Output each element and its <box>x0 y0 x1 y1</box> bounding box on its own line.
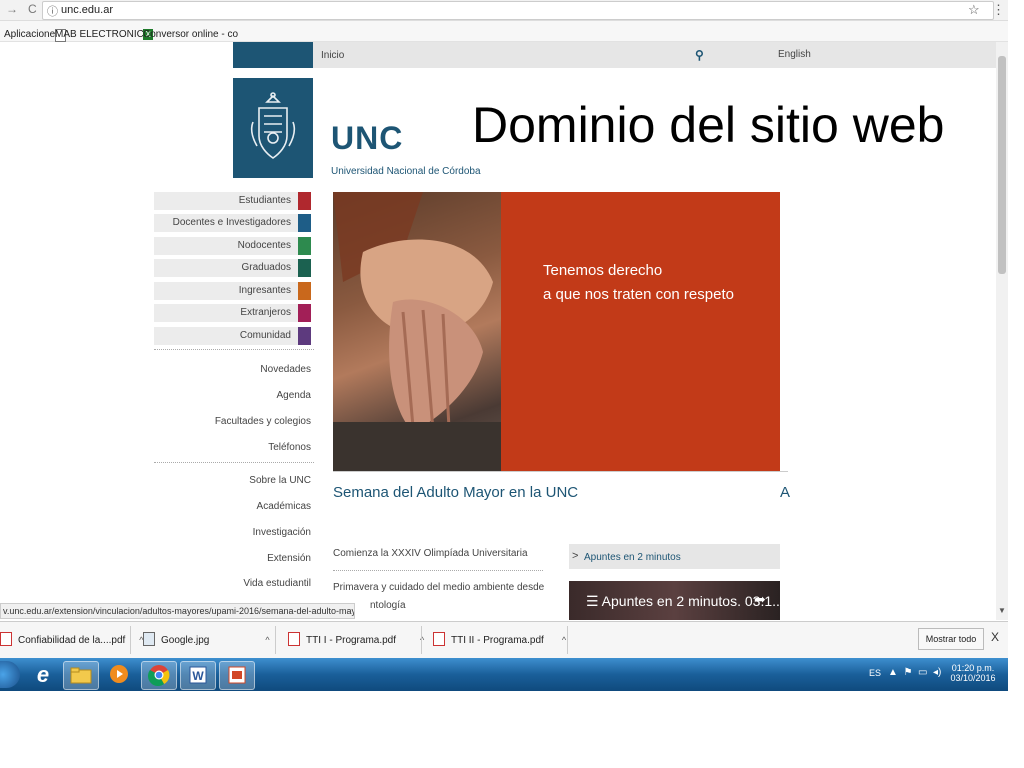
flag-icon: ⚑ <box>903 667 913 678</box>
unc-crest-logo[interactable] <box>233 78 313 178</box>
download-item[interactable]: Confiabilidad de la....pdf ^ <box>0 632 144 646</box>
forward-button[interactable]: → C <box>6 2 37 16</box>
sidebar-item-extranjeros[interactable]: Extranjeros <box>154 304 311 322</box>
sidebar-item-estudiantes[interactable]: Estudiantes <box>154 192 311 210</box>
color-swatch <box>298 327 311 345</box>
media-player-icon[interactable] <box>102 661 136 688</box>
sidebar-link-sobre[interactable]: Sobre la UNC <box>249 475 311 486</box>
info-icon[interactable]: ⓘ <box>47 3 58 19</box>
pdf-file-icon <box>433 632 445 646</box>
top-nav-block <box>233 42 313 68</box>
hands-illustration <box>333 192 501 472</box>
color-swatch <box>298 282 311 300</box>
sidebar-link-academicas[interactable]: Académicas <box>257 501 311 512</box>
sidebar-divider <box>154 462 314 463</box>
tray-time: 01:20 p.m. <box>951 663 995 673</box>
news-item-olimpiada[interactable]: Comienza la XXXIV Olimpíada Universitari… <box>333 548 528 559</box>
reload-button[interactable]: C <box>28 2 37 16</box>
chevron-up-icon[interactable]: ^ <box>562 635 566 645</box>
sidebar-link-novedades[interactable]: Novedades <box>260 364 311 375</box>
address-bar-area: → C ⓘ unc.edu.ar ☆ ⋮ <box>0 0 1008 21</box>
sidebar-item-comunidad[interactable]: Comunidad <box>154 327 311 345</box>
hero-caption-link[interactable]: Semana del Adulto Mayor en la UNC <box>333 484 578 501</box>
chevron-right-icon: > <box>572 550 579 562</box>
sidebar-item-nodocentes[interactable]: Nodocentes <box>154 237 311 255</box>
hero-photo[interactable] <box>333 192 501 472</box>
sidebar-link-vida[interactable]: Vida estudiantil <box>243 578 311 589</box>
scroll-down-icon[interactable]: ▼ <box>998 606 1006 615</box>
tray-clock[interactable]: 01:20 p.m. 03/10/2016 <box>948 663 998 683</box>
next-slide-caption[interactable]: A <box>780 484 790 501</box>
sidebar-item-docentes[interactable]: Docentes e Investigadores <box>154 214 311 232</box>
sidebar-link-investigacion[interactable]: Investigación <box>253 527 311 538</box>
sidebar-link-facultades[interactable]: Facultades y colegios <box>215 416 311 427</box>
hero-headline-line1: Tenemos derecho <box>543 262 663 279</box>
scrollbar-thumb[interactable] <box>998 56 1006 274</box>
tray-language[interactable]: ES <box>869 668 881 678</box>
menu-kebab-icon[interactable]: ⋮ <box>992 2 1005 18</box>
powerpoint-icon[interactable] <box>219 661 255 690</box>
hero-banner[interactable] <box>501 192 780 472</box>
hero-divider <box>333 471 788 472</box>
word-icon[interactable]: W <box>180 661 216 690</box>
url-input[interactable]: ⓘ unc.edu.ar <box>42 1 994 20</box>
sidebar-item-ingresantes[interactable]: Ingresantes <box>154 282 311 300</box>
internet-explorer-icon[interactable]: e <box>26 661 60 688</box>
download-separator <box>567 626 568 654</box>
url-text: unc.edu.ar <box>61 4 113 16</box>
file-explorer-icon[interactable] <box>63 661 99 690</box>
nav-english-link[interactable]: English <box>778 49 811 60</box>
overlay-title: Dominio del sitio web <box>472 97 945 153</box>
crest-icon <box>250 92 296 159</box>
sidebar-item-graduados[interactable]: Graduados <box>154 259 311 277</box>
site-top-nav <box>233 42 996 68</box>
sidebar-link-agenda[interactable]: Agenda <box>277 390 311 401</box>
color-swatch <box>298 192 311 210</box>
download-separator <box>130 626 131 654</box>
image-file-icon <box>143 632 155 646</box>
news-item-primavera[interactable]: Primavera y cuidado del medio ambiente d… <box>333 582 544 593</box>
color-swatch <box>298 237 311 255</box>
download-item[interactable]: Google.jpg ^ <box>143 632 270 646</box>
download-separator <box>275 626 276 654</box>
color-swatch <box>298 214 311 232</box>
search-icon[interactable]: ⚲ <box>695 48 704 62</box>
unc-brand-name[interactable]: UNC <box>331 120 403 157</box>
download-item[interactable]: TTI II - Programa.pdf ^ <box>433 632 566 646</box>
chrome-icon[interactable] <box>141 661 177 690</box>
color-swatch <box>298 304 311 322</box>
tray-icons[interactable]: ▲ ⚑ ▭ ◂) <box>888 667 941 678</box>
tray-date: 03/10/2016 <box>950 673 996 683</box>
pdf-file-icon <box>0 632 12 646</box>
download-separator <box>421 626 422 654</box>
sidebar-divider <box>154 349 314 350</box>
pdf-file-icon <box>288 632 300 646</box>
chevron-up-icon[interactable]: ^ <box>265 635 269 645</box>
playlist-icon: ☰ <box>586 593 602 609</box>
nav-inicio-link[interactable]: Inicio <box>321 50 344 61</box>
close-download-bar-icon[interactable]: X <box>991 630 999 644</box>
show-all-downloads-button[interactable]: Mostrar todo <box>918 628 984 650</box>
svg-text:W: W <box>192 669 204 683</box>
network-icon: ▭ <box>918 667 928 678</box>
share-icon[interactable]: ➦ <box>754 591 766 608</box>
status-url-tooltip: v.unc.edu.ar/extension/vinculacion/adult… <box>0 603 355 619</box>
bookmark-star-icon[interactable]: ☆ <box>968 2 980 18</box>
sidebar-link-extension[interactable]: Extensión <box>267 553 311 564</box>
volume-icon: ◂) <box>933 667 942 678</box>
apuntes-label[interactable]: Apuntes en 2 minutos <box>584 552 681 563</box>
download-item[interactable]: TTI I - Programa.pdf ^ <box>288 632 424 646</box>
unc-brand-subtitle: Universidad Nacional de Córdoba <box>331 166 481 177</box>
bookmarks-bar: Aplicaciones MAB ELECTRONICO X Conversor … <box>0 21 1008 42</box>
news-divider <box>333 570 543 571</box>
news-item-primavera-line2[interactable]: ntología <box>370 600 406 611</box>
sidebar-link-telefonos[interactable]: Teléfonos <box>268 442 311 453</box>
hero-headline-line2: a que nos traten con respeto <box>543 286 734 303</box>
color-swatch <box>298 259 311 277</box>
show-hidden-icons-icon: ▲ <box>888 667 898 678</box>
